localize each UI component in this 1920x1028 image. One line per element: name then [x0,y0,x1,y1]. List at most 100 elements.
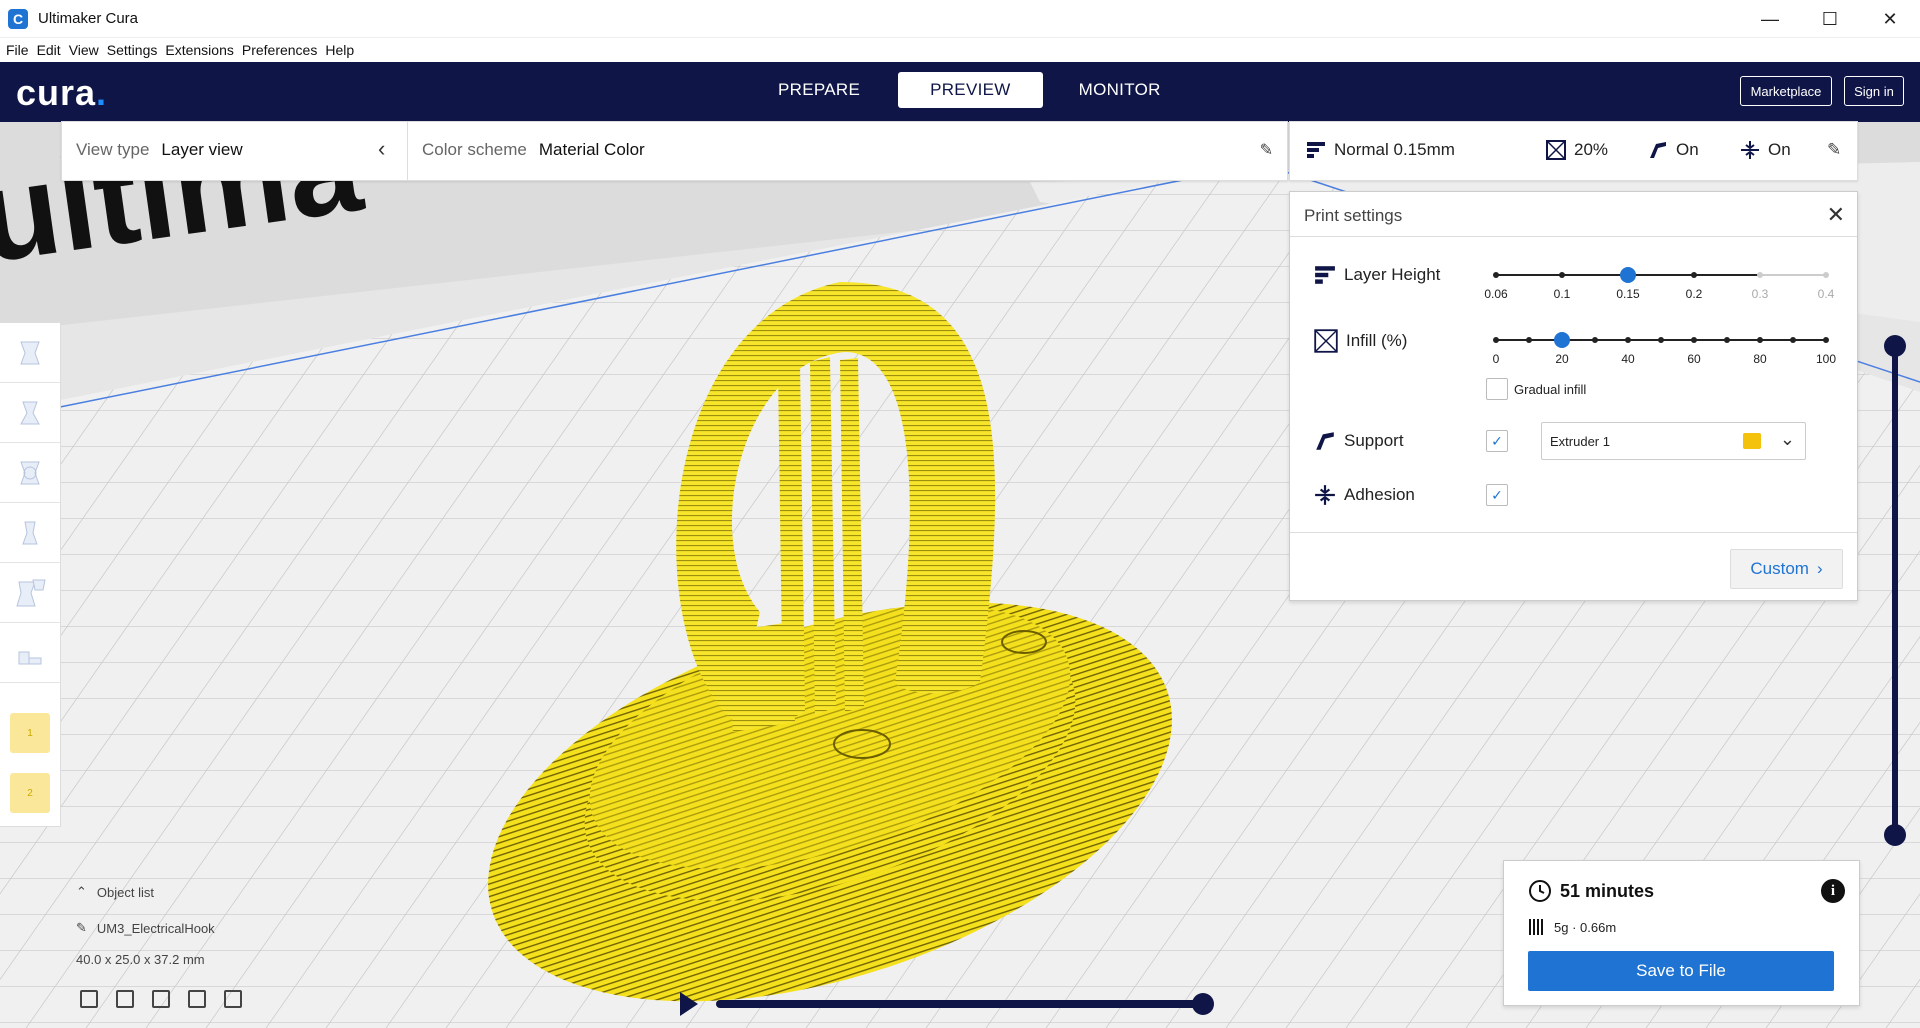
divider [1290,236,1857,237]
infill-row: Infill (%) [1314,329,1407,353]
tab-monitor[interactable]: MONITOR [1061,72,1179,108]
menu-preferences[interactable]: Preferences [242,42,317,58]
mirror-tool-button[interactable] [0,503,60,563]
left-view-icon[interactable] [188,990,206,1008]
layer-height-tick-label: 0.2 [1685,287,1703,301]
view-type-value[interactable]: Layer view [161,140,242,160]
per-model-settings-icon [16,579,46,606]
custom-button-label: Custom [1750,559,1809,578]
top-view-icon[interactable] [152,990,170,1008]
menu-view[interactable]: View [69,42,99,58]
layer-slider-upper-handle[interactable] [1884,335,1906,357]
layer-height-icon [1307,142,1325,158]
layer-height-tick [1559,272,1565,278]
gradual-infill-checkbox[interactable] [1486,378,1508,400]
menu-extensions[interactable]: Extensions [165,42,233,58]
front-view-icon[interactable] [116,990,134,1008]
adhesion-label: Adhesion [1344,485,1415,504]
object-name-row[interactable]: ✎ UM3_ElectricalHook [76,920,215,936]
print-time-value: 51 minutes [1560,880,1655,901]
infill-tick-label: 20 [1555,352,1569,366]
support-extruder-dropdown[interactable]: Extruder 1 ⌄ [1541,422,1806,460]
infill-slider[interactable]: 0 20 40 60 80 100 [1493,330,1836,370]
print-setup-summary[interactable]: Normal 0.15mm 20% On On ✎ [1289,121,1858,181]
infill-icon [1546,140,1566,160]
layer-height-tick-label: 0.4 [1817,287,1835,301]
profile-summary[interactable]: Normal 0.15mm [1306,140,1455,160]
move-tool-button[interactable] [0,323,60,383]
object-list-toggle[interactable]: ⌃ Object list [76,884,154,900]
info-icon[interactable]: i [1821,879,1845,903]
3d-view-icon[interactable] [80,990,98,1008]
pencil-icon: ✎ [76,920,87,935]
close-window-button[interactable]: ✕ [1860,0,1920,38]
infill-tick [1823,337,1829,343]
custom-settings-button[interactable]: Custom › [1730,549,1843,589]
infill-tick [1592,337,1598,343]
chevron-left-icon[interactable]: ‹ [378,136,385,162]
close-icon[interactable]: ✕ [1827,202,1845,228]
infill-tick [1790,337,1796,343]
extruder-1-button[interactable]: 1 [10,713,50,753]
per-model-settings-button[interactable] [0,563,60,623]
sign-in-button[interactable]: Sign in [1844,76,1904,106]
right-view-icon[interactable] [224,990,242,1008]
clock-icon [1529,880,1551,902]
panel-title: Print settings [1304,206,1403,225]
support-summary[interactable]: On [1648,140,1699,160]
rotate-tool-button[interactable] [0,443,60,503]
layer-height-handle[interactable] [1620,267,1636,283]
chevron-up-icon: ⌃ [76,884,87,899]
color-scheme-selector[interactable]: Color scheme Material Color [422,140,645,160]
header-bar: cura. PREPARE PREVIEW MONITOR Marketplac… [0,62,1920,122]
print-time: 51 minutes [1528,879,1654,903]
menu-file[interactable]: File [6,42,29,58]
infill-label: Infill (%) [1346,331,1408,350]
pencil-icon[interactable]: ✎ [1827,140,1841,160]
layer-height-label: Layer Height [1344,265,1441,284]
maximize-button[interactable]: ☐ [1800,0,1860,38]
support-blocker-button[interactable] [0,623,60,683]
infill-handle[interactable] [1554,332,1570,348]
menu-settings[interactable]: Settings [107,42,158,58]
object-dimensions: 40.0 x 25.0 x 37.2 mm [76,952,205,967]
chevron-down-icon: ⌄ [1779,429,1795,449]
adhesion-checkbox[interactable]: ✓ [1486,484,1508,506]
view-type-selector[interactable]: View type Layer view [76,140,243,160]
infill-icon [1314,329,1338,353]
path-slider-handle[interactable] [1192,993,1214,1015]
infill-tick [1724,337,1730,343]
adhesion-summary[interactable]: On [1740,140,1791,160]
object-list: ⌃ Object list ✎ UM3_ElectricalHook 40.0 … [76,880,296,1010]
tab-prepare[interactable]: PREPARE [760,72,878,108]
color-scheme-value[interactable]: Material Color [539,140,645,160]
path-slider-track[interactable] [716,1000,1206,1008]
extruder-2-button[interactable]: 2 [10,773,50,813]
layer-slider-lower-handle[interactable] [1884,824,1906,846]
layer-height-slider[interactable]: 0.06 0.1 0.15 0.2 0.3 0.4 [1484,265,1834,305]
view-options-bar: View type Layer view ‹ Color scheme Mate… [61,121,1288,181]
support-row: Support [1314,430,1404,452]
layer-slider-track[interactable] [1892,345,1898,835]
marketplace-button[interactable]: Marketplace [1740,76,1832,106]
stage-tabs: PREPARE PREVIEW MONITOR [760,72,1179,108]
layer-slider[interactable] [1884,335,1906,846]
save-to-file-button[interactable]: Save to File [1528,951,1834,991]
infill-tick [1691,337,1697,343]
support-icon [1316,432,1334,450]
minimize-button[interactable]: — [1740,0,1800,38]
menu-help[interactable]: Help [325,42,354,58]
adhesion-icon [1315,485,1335,505]
play-icon[interactable] [680,992,698,1016]
menu-edit[interactable]: Edit [37,42,61,58]
scale-tool-button[interactable] [0,383,60,443]
infill-summary[interactable]: 20% [1546,140,1608,160]
gradual-infill-option[interactable]: Gradual infill [1486,378,1586,400]
support-label: Support [1344,431,1404,450]
tab-preview[interactable]: PREVIEW [898,72,1043,108]
pencil-icon[interactable]: ✎ [1260,140,1273,160]
mirror-icon [22,521,38,544]
support-checkbox[interactable]: ✓ [1486,430,1508,452]
infill-tick-label: 40 [1621,352,1635,366]
left-toolbar: 1 2 [0,322,61,827]
